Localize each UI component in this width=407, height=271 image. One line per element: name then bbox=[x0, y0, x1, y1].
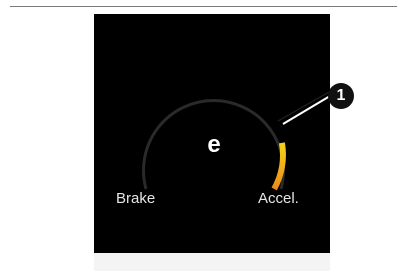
callout-leader-line bbox=[282, 95, 331, 125]
eco-mode-icon: e bbox=[207, 131, 221, 158]
accel-label: Accel. bbox=[258, 190, 299, 207]
callout-leader-line bbox=[277, 91, 330, 122]
manual-figure: e Brake Accel. 1 bbox=[0, 0, 407, 271]
brake-label: Brake bbox=[116, 190, 156, 207]
callout-number-badge: 1 bbox=[328, 83, 354, 109]
